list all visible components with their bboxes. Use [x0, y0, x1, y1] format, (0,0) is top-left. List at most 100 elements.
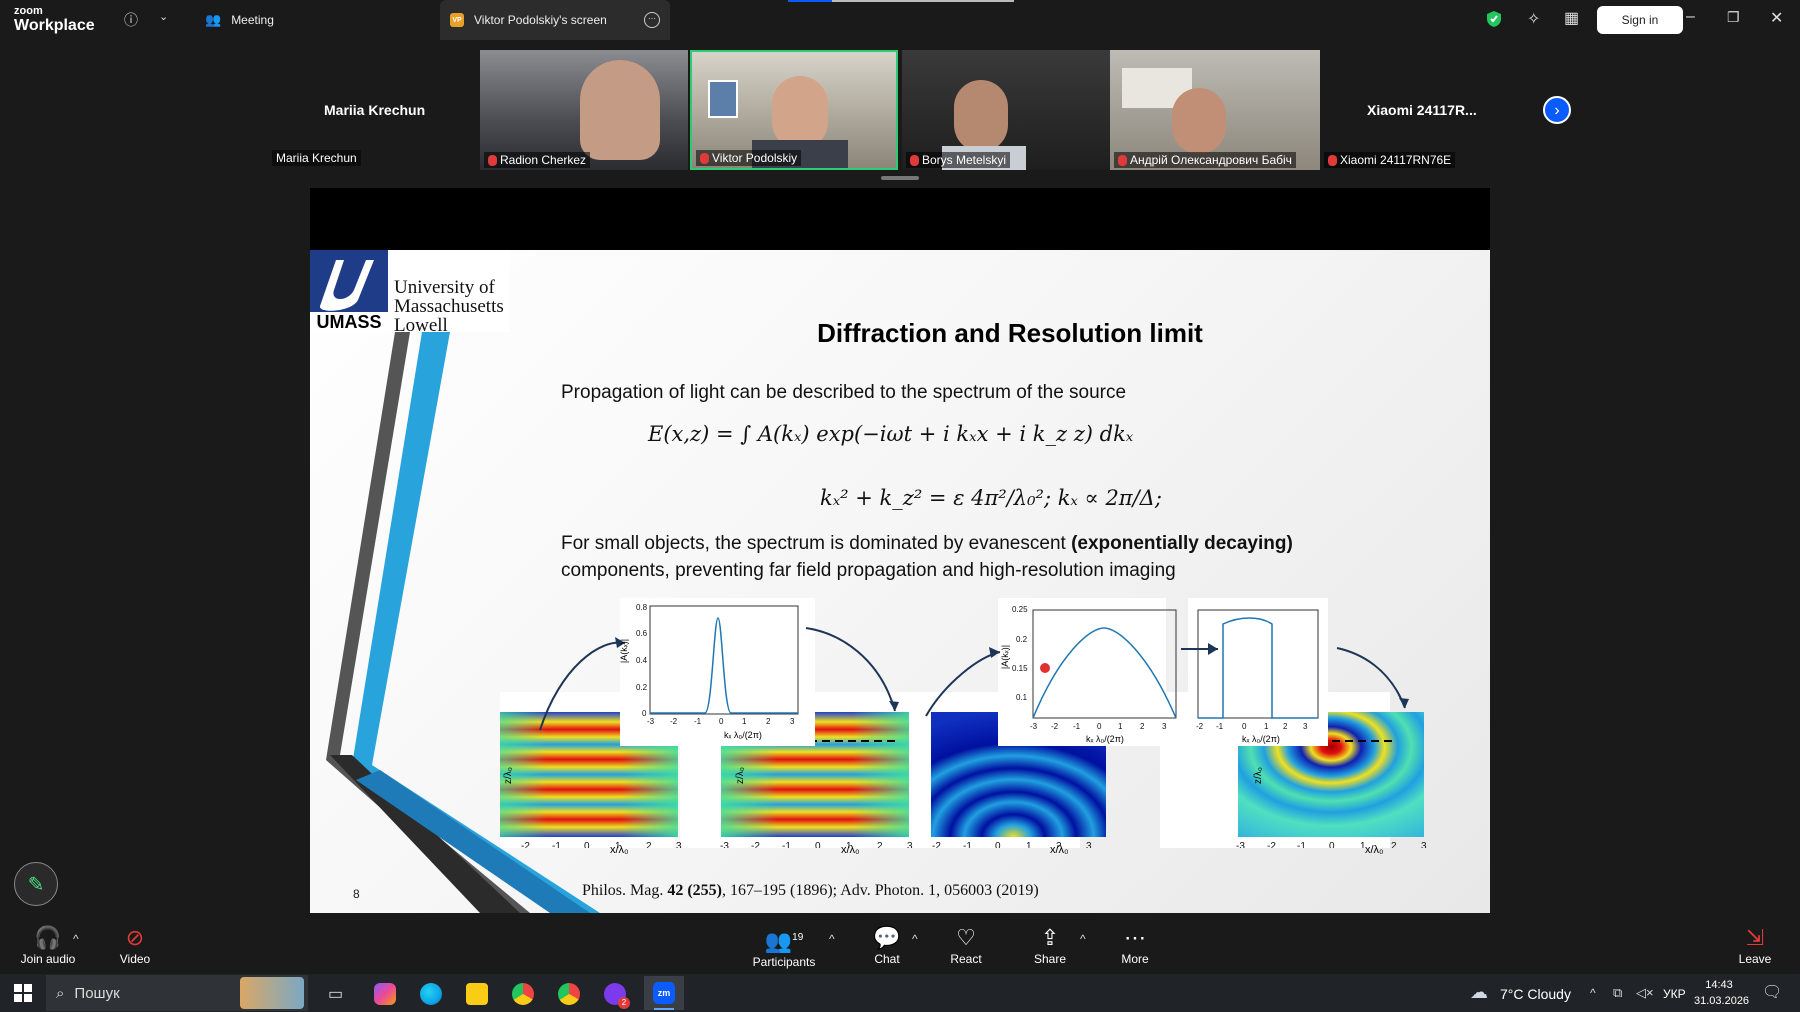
active-indicator-track [832, 0, 1014, 2]
restore-icon[interactable]: ❐ [1727, 9, 1740, 26]
notifications-icon[interactable]: 🗨 [1762, 982, 1782, 1002]
svg-text:2: 2 [1140, 722, 1145, 731]
svg-text:1: 1 [742, 717, 747, 726]
chevron-up-icon[interactable]: ^ [829, 932, 835, 946]
axis-label-z: z/λ₀ [502, 767, 514, 784]
sign-in-button[interactable]: Sign in [1597, 6, 1683, 34]
svg-text:-1: -1 [1216, 722, 1224, 731]
svg-text:-2: -2 [932, 841, 941, 848]
citation: Philos. Mag. 42 (255), 167–195 (1896); A… [582, 882, 1039, 899]
axis-label-k: kₓ λ₀/(2π) [1086, 734, 1124, 744]
more-button[interactable]: ⋯ More [1100, 926, 1170, 967]
tab-meeting[interactable]: 👥 Meeting [205, 0, 435, 40]
svg-text:3: 3 [907, 841, 913, 848]
language-indicator[interactable]: УКР [1663, 987, 1686, 1001]
participant-video [954, 80, 1008, 152]
svg-text:1: 1 [1264, 722, 1269, 731]
axis-label-z: z/λ₀ [734, 767, 746, 784]
axis-label-x: x/λ₀ [1365, 844, 1384, 856]
weather-text[interactable]: 7°C Cloudy [1500, 986, 1571, 1002]
clock[interactable]: 14:43 31.03.2026 [1694, 977, 1749, 1009]
react-button[interactable]: ♡ React [931, 925, 1001, 967]
viber-icon[interactable]: 2 [604, 983, 630, 1009]
axis-label-x: x/λ₀ [610, 844, 629, 856]
svg-text:0.15: 0.15 [1012, 664, 1028, 673]
svg-text:0.8: 0.8 [636, 603, 648, 612]
windows-start-icon[interactable] [14, 984, 32, 1002]
network-icon[interactable]: ⧉ [1613, 985, 1622, 1001]
axis-label-k: kₓ λ₀/(2π) [724, 730, 762, 740]
svg-text:0: 0 [1329, 841, 1335, 848]
pencil-icon[interactable]: ✎ [14, 862, 58, 906]
equation-field: E(x,z) = ∫ A(kₓ) exp(−iωt + i kₓx + i k_… [648, 422, 1134, 446]
chevron-down-icon[interactable]: ⌄ [159, 10, 168, 23]
axis-label-x: x/λ₀ [1050, 844, 1069, 856]
chevron-up-icon[interactable]: ^ [1590, 986, 1596, 1000]
heart-icon: ♡ [956, 925, 976, 950]
zoom-taskbar-active[interactable]: zm [644, 976, 684, 1010]
leave-button[interactable]: ⇲ Leave [1720, 926, 1790, 967]
svg-text:-1: -1 [694, 717, 702, 726]
svg-text:0: 0 [1242, 722, 1247, 731]
svg-text:-1: -1 [1297, 841, 1306, 848]
slide-title: Diffraction and Resolution limit [817, 318, 1203, 348]
mic-muted-icon [1328, 154, 1337, 166]
chevron-up-icon[interactable]: ^ [1080, 932, 1086, 946]
participant-tile-mariia[interactable]: Mariia Krechun Mariia Krechun [268, 50, 480, 170]
svg-text:-2: -2 [521, 841, 530, 848]
chrome-profile-icon[interactable] [558, 983, 580, 1005]
info-icon[interactable]: ⓘ [124, 10, 138, 30]
axis-label-k: kₓ λ₀/(2π) [1242, 734, 1280, 744]
edge-icon[interactable] [420, 983, 442, 1005]
video-button[interactable]: ⊘ Video [100, 925, 170, 967]
resize-handle[interactable] [881, 176, 919, 180]
chevron-up-icon[interactable]: ^ [912, 932, 918, 946]
ai-companion-icon[interactable]: ✧ [1527, 9, 1540, 29]
participants-button[interactable]: 👥19 Participants [749, 926, 819, 970]
taskbar-search[interactable]: ⌕ Пошук [46, 975, 308, 1011]
more-options-icon[interactable]: ··· [644, 12, 660, 28]
task-view-icon[interactable]: ▭ [328, 984, 343, 1004]
search-highlight-icon [240, 977, 304, 1009]
axis-label-x: x/λ₀ [841, 844, 860, 856]
participant-tile[interactable]: Андрій Олександрович Бабіч [1110, 50, 1320, 170]
svg-text:-3: -3 [1236, 841, 1245, 848]
svg-text:-2: -2 [751, 841, 760, 848]
participant-tile[interactable]: Borys Metelskyi [902, 50, 1110, 170]
file-explorer-icon[interactable] [466, 983, 488, 1005]
svg-text:3: 3 [1303, 722, 1308, 731]
shared-screen-header [310, 188, 1490, 250]
minimize-icon[interactable]: – [1686, 8, 1695, 26]
copilot-icon[interactable] [374, 983, 396, 1005]
wall-picture [708, 80, 738, 118]
svg-text:-3: -3 [720, 841, 729, 848]
next-page-arrow-icon[interactable]: › [1543, 96, 1571, 124]
volume-muted-icon[interactable]: ◁× [1636, 985, 1654, 1001]
tab-shared-screen[interactable]: VP Viktor Podolskiy's screen ··· [440, 0, 670, 40]
svg-text:-2: -2 [1051, 722, 1059, 731]
share-button[interactable]: ⇪ Share [1015, 926, 1085, 967]
close-icon[interactable]: ✕ [1770, 8, 1783, 28]
svg-text:0: 0 [815, 841, 821, 848]
svg-text:0: 0 [719, 717, 724, 726]
participant-video [580, 60, 660, 160]
svg-text:-3: -3 [647, 717, 655, 726]
cloud-icon[interactable]: ☁ [1470, 982, 1488, 1003]
apps-icon[interactable]: ▦ [1564, 8, 1579, 28]
participant-tile-xiaomi[interactable]: Xiaomi 24117R... Xiaomi 24117RN76E [1320, 50, 1540, 170]
svg-text:2: 2 [1391, 841, 1397, 848]
svg-text:0: 0 [584, 841, 590, 848]
zoom-logo: zoom Workplace [14, 5, 95, 34]
svg-text:0: 0 [1097, 722, 1102, 731]
svg-text:1: 1 [1026, 841, 1032, 848]
chevron-up-icon[interactable]: ^ [73, 932, 79, 946]
participant-tile-active[interactable]: Viktor Podolskiy [690, 50, 898, 170]
zoom-app-icon: zm [653, 982, 675, 1004]
participant-tile[interactable]: Radion Cherkez [480, 50, 688, 170]
shield-icon[interactable] [1486, 10, 1502, 28]
svg-text:3: 3 [1086, 841, 1092, 848]
svg-text:-1: -1 [552, 841, 561, 848]
video-off-icon: ⊘ [125, 925, 145, 950]
chrome-icon[interactable] [512, 983, 534, 1005]
svg-text:0.6: 0.6 [636, 629, 648, 638]
